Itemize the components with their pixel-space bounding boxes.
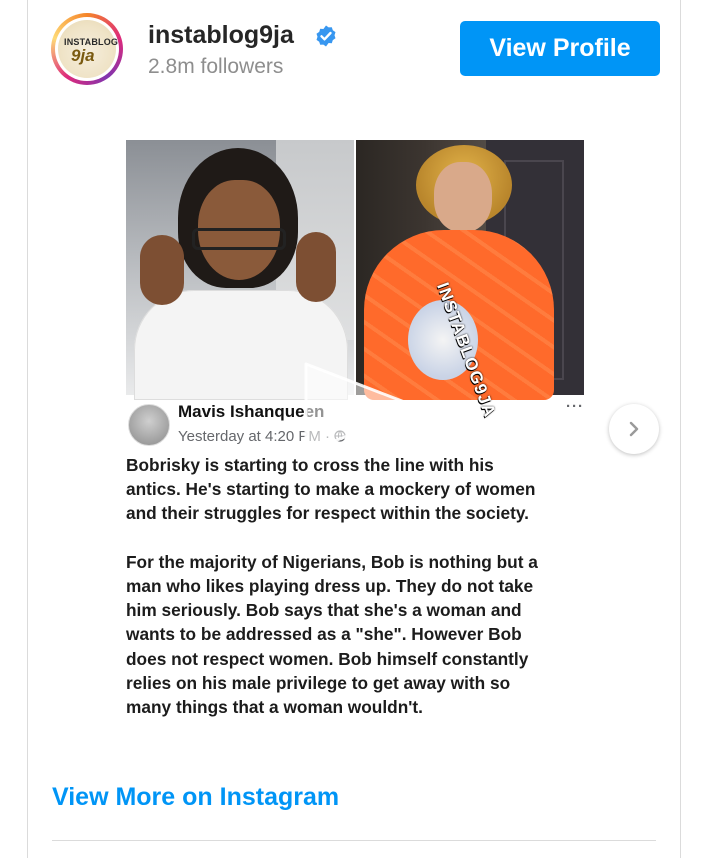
- view-profile-button[interactable]: View Profile: [460, 21, 660, 76]
- view-more-on-instagram-link[interactable]: View More on Instagram: [52, 783, 339, 812]
- fb-author-avatar: [128, 404, 170, 446]
- chevron-right-icon: [629, 421, 639, 437]
- follower-count: 2.8m followers: [148, 55, 284, 78]
- photo-orange-dress: INSTABLOG9JA: [356, 140, 584, 420]
- next-slide-button[interactable]: [609, 404, 659, 454]
- fb-more-options-icon: ···: [566, 398, 584, 415]
- instablog-logo: INSTABLOG 9ja: [58, 20, 118, 78]
- profile-avatar[interactable]: INSTABLOG 9ja: [51, 13, 123, 85]
- photo-woman-glasses: [126, 140, 354, 400]
- verified-badge-icon: [316, 25, 336, 47]
- profile-username[interactable]: instablog9ja: [148, 21, 294, 50]
- avatar-logo-text-main: 9ja: [71, 46, 95, 65]
- play-icon[interactable]: [298, 358, 428, 458]
- footer-divider: [52, 840, 656, 841]
- fb-post-text: Bobrisky is starting to cross the line w…: [126, 455, 538, 718]
